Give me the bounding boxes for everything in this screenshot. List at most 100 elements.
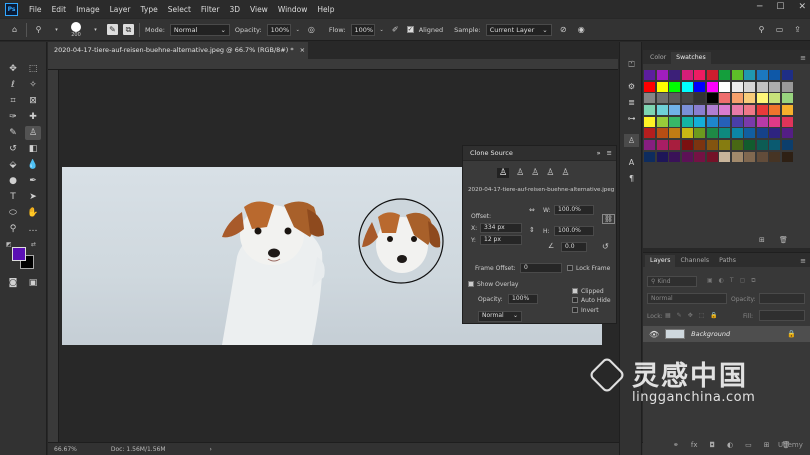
swatch[interactable] — [781, 140, 793, 151]
menu-window[interactable]: Window — [273, 5, 313, 14]
layer-row-background[interactable]: 👁 Background 🔒 — [643, 326, 810, 342]
swatch[interactable] — [731, 81, 743, 92]
swatch[interactable] — [669, 128, 680, 139]
x-offset-input[interactable]: 334 px — [480, 223, 522, 233]
shape-filter-icon[interactable]: ▢ — [740, 277, 746, 285]
clone-source-icon[interactable]: ♙ — [624, 134, 639, 147]
new-swatch-icon[interactable]: ⊞ — [759, 236, 765, 244]
overlay-opacity-input[interactable]: 100% — [508, 294, 538, 304]
swatch[interactable] — [644, 140, 655, 151]
swatch[interactable] — [744, 81, 755, 92]
tab-paths[interactable]: Paths — [714, 255, 741, 267]
swatch[interactable] — [731, 93, 743, 104]
swatch[interactable] — [694, 151, 705, 162]
swatch[interactable] — [644, 81, 655, 92]
swatch[interactable] — [756, 105, 768, 116]
swatch[interactable] — [681, 93, 693, 104]
foreground-color-swatch[interactable] — [12, 247, 26, 261]
lock-pixels-icon[interactable]: ▦ — [665, 312, 671, 319]
swatch[interactable] — [656, 128, 668, 139]
swatch[interactable] — [781, 93, 793, 104]
swatch[interactable] — [669, 140, 680, 151]
swatch[interactable] — [656, 70, 668, 80]
swatch[interactable] — [719, 151, 730, 162]
adjustment-filter-icon[interactable]: ◐ — [719, 277, 724, 285]
vertical-ruler[interactable] — [48, 70, 59, 442]
invert-checkbox[interactable] — [572, 307, 578, 313]
visibility-eye-icon[interactable]: 👁 — [649, 330, 659, 339]
menu-edit[interactable]: Edit — [47, 5, 72, 14]
swatch[interactable] — [694, 128, 705, 139]
swatch[interactable] — [731, 70, 743, 80]
path-selection-tool-icon[interactable]: ➤ — [25, 190, 41, 204]
y-offset-input[interactable]: 12 px — [480, 235, 522, 245]
swatch[interactable] — [769, 151, 780, 162]
swatch[interactable] — [656, 151, 668, 162]
chevron-down-icon[interactable]: ⌄ — [380, 27, 384, 33]
lock-paint-icon[interactable]: ✎ — [677, 312, 682, 319]
swatch[interactable] — [769, 116, 780, 127]
swatch[interactable] — [706, 81, 718, 92]
swatch[interactable] — [744, 151, 755, 162]
swatch[interactable] — [644, 93, 655, 104]
swatch[interactable] — [719, 93, 730, 104]
panel-menu-icon[interactable]: ≡ — [800, 257, 806, 265]
adjustment-layer-icon[interactable]: ◐ — [727, 441, 733, 449]
flow-input[interactable]: 100% — [350, 23, 375, 36]
swatch[interactable] — [694, 105, 705, 116]
layer-filter-select[interactable]: ⚲ Kind — [647, 276, 697, 287]
swatch[interactable] — [781, 151, 793, 162]
lock-all-icon[interactable]: 🔒 — [710, 312, 717, 319]
properties-icon[interactable]: ≣ — [624, 96, 639, 109]
smart-filter-icon[interactable]: ⧉ — [751, 277, 755, 285]
history-icon[interactable]: ⏍ — [624, 58, 639, 71]
chevron-down-icon[interactable]: ▾ — [89, 23, 102, 36]
more-tools-icon[interactable]: … — [25, 222, 41, 236]
swatch[interactable] — [744, 70, 755, 80]
minimize-icon[interactable]: ─ — [757, 2, 762, 12]
opacity-input[interactable]: 100% — [266, 23, 291, 36]
swatch[interactable] — [644, 116, 655, 127]
menu-type[interactable]: Type — [136, 5, 163, 14]
blur-tool-icon[interactable]: 💧 — [25, 158, 41, 172]
move-tool-icon[interactable]: ✥ — [5, 62, 21, 76]
swatch[interactable] — [756, 81, 768, 92]
pixel-filter-icon[interactable]: ▣ — [707, 277, 713, 285]
rotation-input[interactable]: 0.0 — [561, 242, 587, 252]
lock-frame-checkbox[interactable] — [567, 265, 573, 271]
swatch[interactable] — [769, 93, 780, 104]
menu-layer[interactable]: Layer — [105, 5, 136, 14]
collapse-panel-icon[interactable]: » — [597, 149, 601, 157]
layer-blend-select[interactable]: Normal — [647, 293, 727, 304]
swatch[interactable] — [781, 128, 793, 139]
lock-artboard-icon[interactable]: ⬚ — [699, 312, 705, 319]
swatch[interactable] — [694, 81, 705, 92]
swatch[interactable] — [719, 116, 730, 127]
frame-offset-input[interactable]: 0 — [520, 263, 562, 273]
paragraph-icon[interactable]: ¶ — [624, 172, 639, 185]
tab-layers[interactable]: Layers — [645, 255, 676, 267]
zoom-tool-icon[interactable]: ⚲ — [5, 222, 21, 236]
swatch[interactable] — [706, 116, 718, 127]
swatch[interactable] — [656, 93, 668, 104]
swatch[interactable] — [744, 93, 755, 104]
swatch[interactable] — [706, 93, 718, 104]
clone-source-slot-3-icon[interactable]: ♙ — [531, 168, 539, 178]
maximize-icon[interactable]: ☐ — [776, 2, 784, 12]
swatch[interactable] — [681, 116, 693, 127]
menu-view[interactable]: View — [245, 5, 273, 14]
swatch[interactable] — [706, 105, 718, 116]
document-tab[interactable]: 2020-04-17-tiere-auf-reisen-buehne-alter… — [48, 42, 308, 59]
swatch[interactable] — [706, 140, 718, 151]
swatch[interactable] — [656, 105, 668, 116]
screen-mode-icon[interactable]: ▣ — [25, 276, 41, 290]
menu-filter[interactable]: Filter — [196, 5, 225, 14]
marquee-tool-icon[interactable]: ⬚ — [25, 62, 41, 76]
horizontal-ruler[interactable] — [48, 59, 618, 70]
menu-file[interactable]: File — [24, 5, 47, 14]
swatch[interactable] — [669, 151, 680, 162]
brush-tool-icon[interactable]: ✎ — [5, 126, 21, 140]
swatch[interactable] — [769, 128, 780, 139]
new-layer-icon[interactable]: ⊞ — [764, 441, 770, 449]
pressure-size-icon[interactable]: ◉ — [575, 23, 588, 36]
